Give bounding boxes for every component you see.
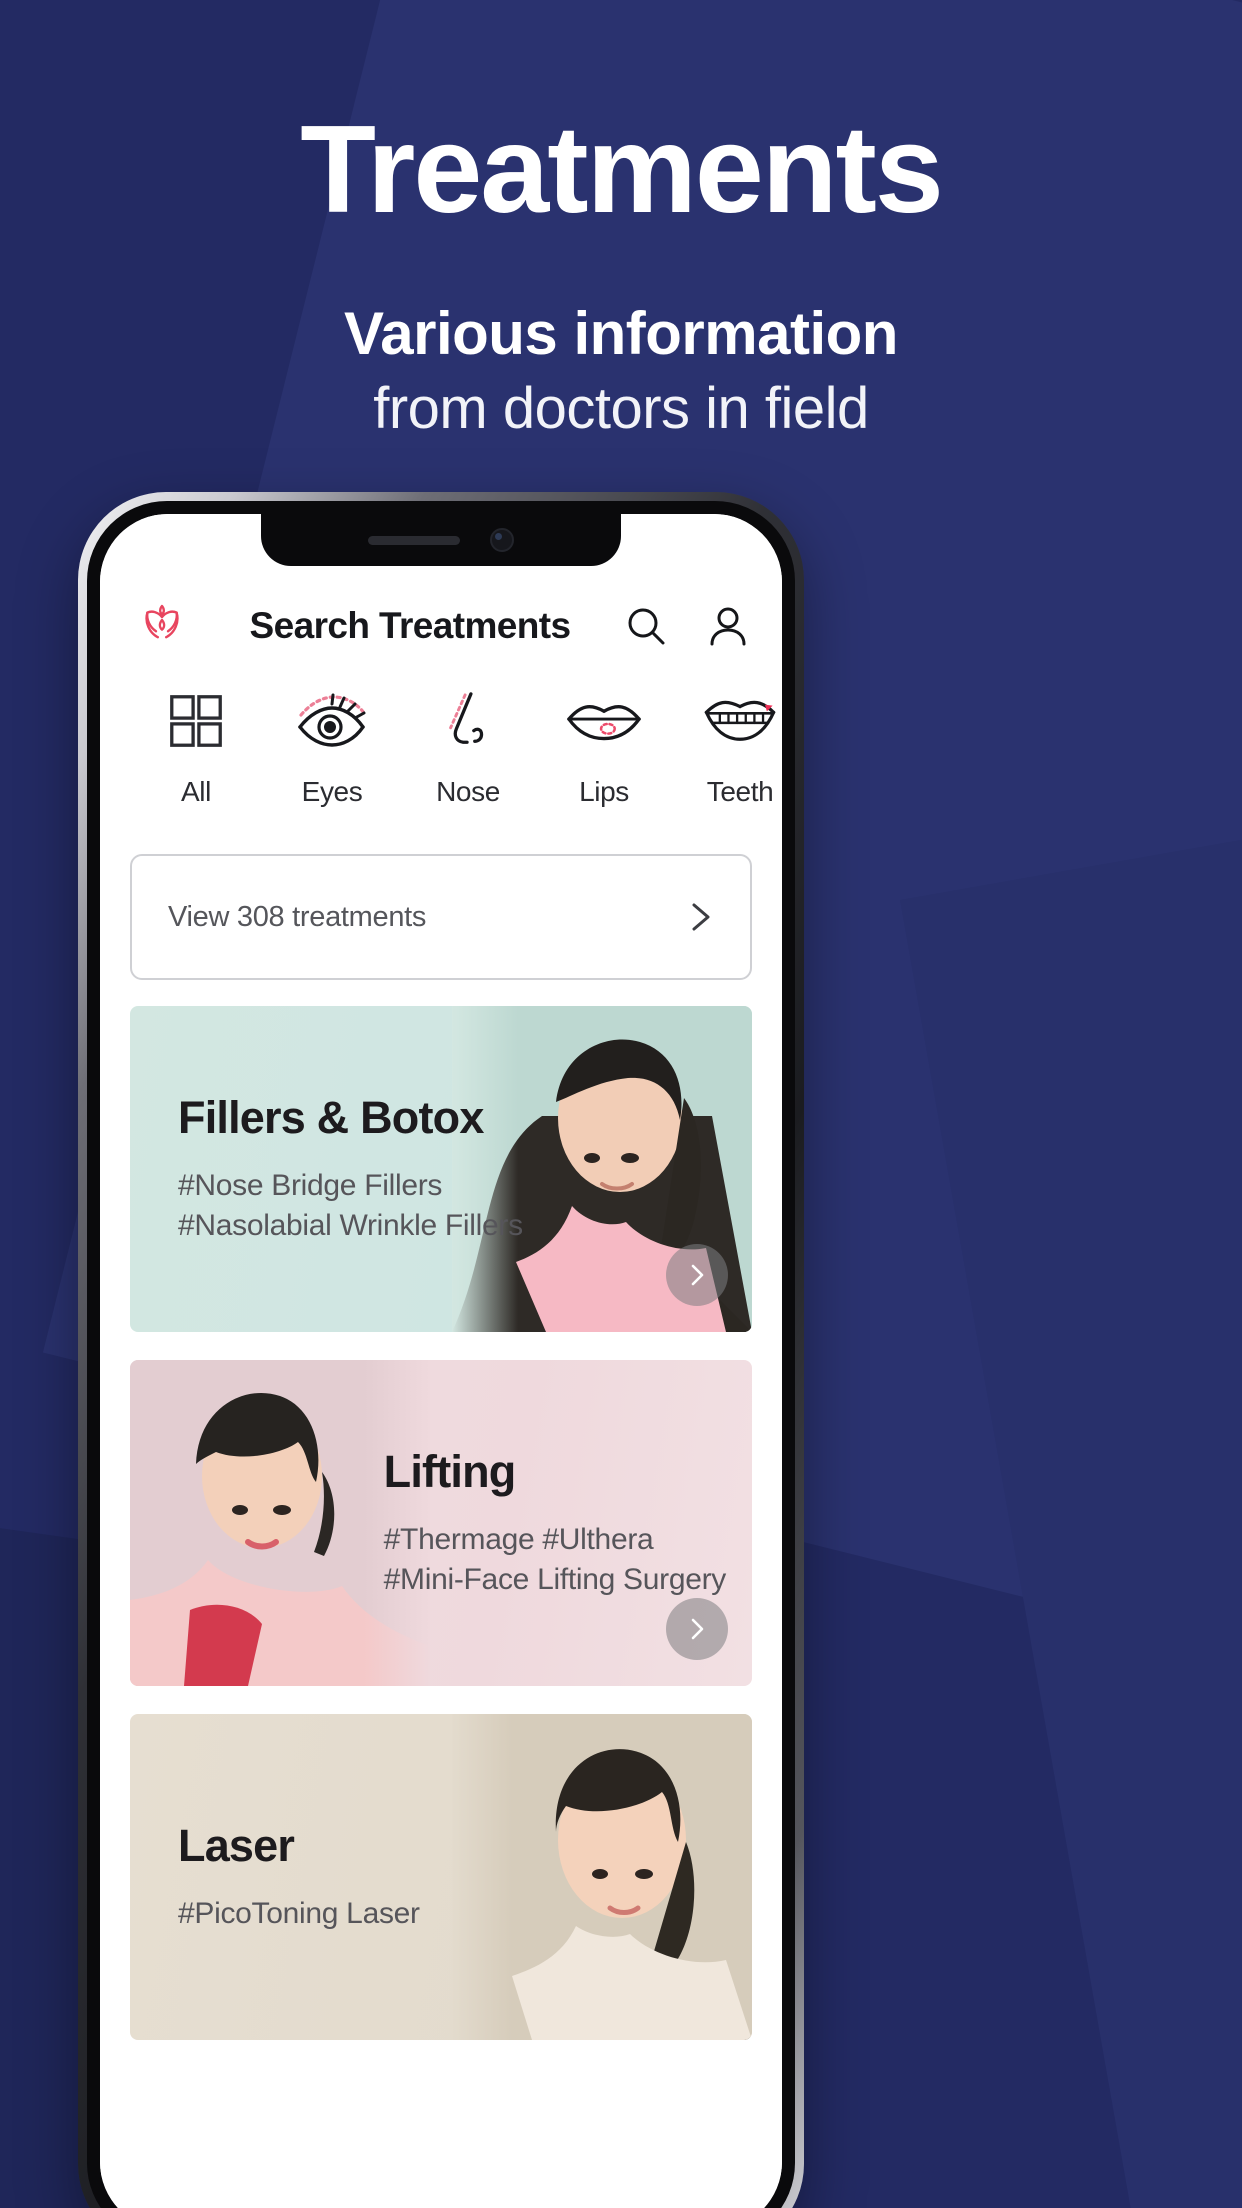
card-next-button[interactable] [666, 1244, 728, 1306]
card-title: Lifting [383, 1446, 517, 1498]
lips-icon [536, 682, 672, 760]
phone-screen: Search Treatments All Eyes Nose Lips Tee… [100, 514, 782, 2208]
category-item-lips[interactable]: Lips [536, 682, 672, 808]
view-all-treatments-button[interactable]: View 308 treatments [130, 854, 752, 980]
category-label: All [181, 776, 211, 807]
subtitle-line-1: Various information [344, 300, 898, 367]
page-title: Treatments [300, 101, 944, 239]
card-next-button[interactable] [666, 1598, 728, 1660]
chevron-right-icon [680, 897, 720, 937]
treatment-card[interactable]: Laser #PicoToning Laser [130, 1714, 752, 2040]
treatment-card-list: Fillers & Botox #Nose Bridge Fillers #Na… [130, 1006, 752, 2040]
card-title: Laser [178, 1820, 295, 1872]
app-header: Search Treatments [100, 570, 782, 682]
earpiece-speaker [368, 535, 460, 545]
category-label: Lips [579, 776, 629, 807]
headline-block: Treatments Various information from doct… [0, 108, 1242, 442]
app-title: Search Treatments [249, 605, 572, 646]
front-camera-icon [490, 528, 514, 552]
category-strip[interactable]: All Eyes Nose Lips Teeth [100, 682, 782, 846]
lotus-flower-icon[interactable] [134, 600, 190, 652]
grid-icon [128, 682, 264, 760]
phone-notch [261, 514, 621, 566]
card-tag: #Mini-Face Lifting Surgery [383, 1563, 727, 1596]
app-viewport: Search Treatments All Eyes Nose Lips Tee… [100, 514, 782, 2208]
treatment-card[interactable]: Fillers & Botox #Nose Bridge Fillers #Na… [130, 1006, 752, 1332]
category-item-all[interactable]: All [128, 682, 264, 808]
search-icon[interactable] [622, 602, 670, 650]
person-icon[interactable] [704, 602, 752, 650]
category-label: Teeth [706, 776, 774, 807]
category-item-eyes[interactable]: Eyes [264, 682, 400, 808]
card-text: Laser #PicoToning Laser [178, 1714, 420, 2040]
header-actions [622, 602, 752, 650]
card-title: Fillers & Botox [178, 1092, 484, 1144]
category-label: Eyes [301, 776, 363, 807]
card-tag: #PicoToning Laser [178, 1897, 420, 1931]
model-photo [452, 1714, 752, 2040]
eye-icon [264, 682, 400, 760]
phone-mockup: Search Treatments All Eyes Nose Lips Tee… [78, 492, 804, 2208]
nose-icon [400, 682, 536, 760]
card-tag: #Nasolabial Wrinkle Fillers [178, 1209, 523, 1242]
treatment-card[interactable]: Lifting #Thermage #Ulthera #Mini-Face Li… [130, 1360, 752, 1686]
view-all-label: View 308 treatments [168, 900, 427, 933]
promo-banner: Treatments Various information from doct… [0, 0, 1242, 2208]
card-text: Fillers & Botox #Nose Bridge Fillers #Na… [178, 1006, 523, 1332]
teeth-icon [672, 682, 782, 760]
category-item-nose[interactable]: Nose [400, 682, 536, 808]
phone-bezel: Search Treatments All Eyes Nose Lips Tee… [87, 501, 795, 2208]
card-tag: #Nose Bridge Fillers [178, 1169, 443, 1203]
card-tag: #Thermage #Ulthera [383, 1523, 654, 1557]
category-label: Nose [436, 776, 500, 807]
category-item-teeth[interactable]: Teeth [672, 682, 782, 808]
subtitle-line-2: from doctors in field [373, 376, 869, 442]
